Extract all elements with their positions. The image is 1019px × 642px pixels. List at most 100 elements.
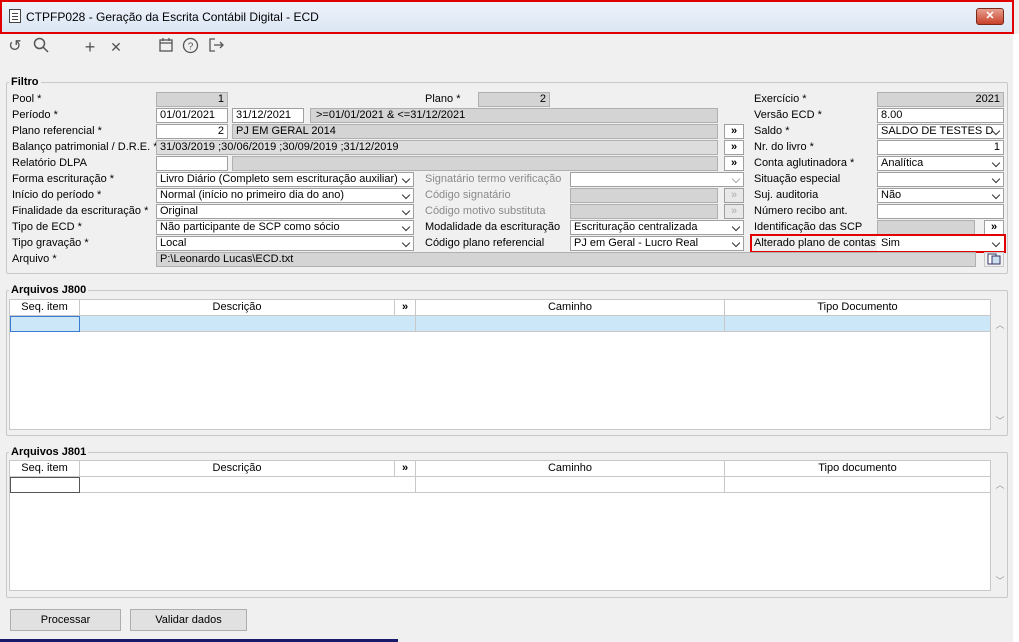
tipo-ecd-label: Tipo de ECD * xyxy=(12,221,82,233)
j801-cell-seq[interactable] xyxy=(10,477,80,493)
j800-col-tipo[interactable]: Tipo Documento xyxy=(725,300,990,316)
nr-recibo-label: Número recibo ant. xyxy=(754,205,848,217)
help-icon[interactable]: ? xyxy=(180,37,200,57)
tipo-gravacao-select[interactable]: Local xyxy=(156,236,414,251)
cod-plano-ref-select[interactable]: PJ em Geral - Lucro Real xyxy=(570,236,744,251)
exercicio-label: Exercício * xyxy=(754,93,807,105)
nr-recibo-field[interactable] xyxy=(877,204,1004,219)
j800-col-more-button[interactable]: » xyxy=(395,300,416,316)
plano-ref-label: Plano referencial * xyxy=(12,125,102,137)
arquivo-field[interactable]: P:\Leonardo Lucas\ECD.txt xyxy=(156,252,976,267)
document-icon xyxy=(9,9,21,23)
signatario-label: Signatário termo verificação xyxy=(425,173,562,185)
periodo-de-field[interactable]: 01/01/2021 xyxy=(156,108,228,123)
conta-aglut-label: Conta aglutinadora * xyxy=(754,157,855,169)
exit-icon[interactable] xyxy=(206,37,226,57)
exercicio-field[interactable]: 2021 xyxy=(877,92,1004,107)
dlpa-desc xyxy=(232,156,718,171)
periodo-expression: >=01/01/2021 & <=31/12/2021 xyxy=(310,108,718,123)
cod-signatario-label: Código signatário xyxy=(425,189,511,201)
j800-scroll-down-icon[interactable]: ﹀ xyxy=(994,414,1006,427)
j801-grid: Seq. item Descrição » Caminho Tipo docum… xyxy=(9,460,991,591)
j800-cell-caminho[interactable] xyxy=(416,316,725,332)
j801-scroll-down-icon[interactable]: ﹀ xyxy=(994,574,1006,587)
versao-field[interactable]: 8.00 xyxy=(877,108,1004,123)
j800-col-descricao[interactable]: Descrição xyxy=(80,300,395,316)
j801-cell-caminho[interactable] xyxy=(416,477,725,493)
periodo-ate-field[interactable]: 31/12/2021 xyxy=(232,108,304,123)
cod-signatario-field xyxy=(570,188,718,203)
balanco-label: Balanço patrimonial / D.R.E. * xyxy=(12,141,158,153)
ident-scp-field xyxy=(877,220,975,235)
suj-auditoria-select[interactable]: Não xyxy=(877,188,1004,203)
saldo-label: Saldo * xyxy=(754,125,790,137)
tipo-ecd-select[interactable]: Não participante de SCP como sócio xyxy=(156,220,414,235)
situacao-select[interactable] xyxy=(877,172,1004,187)
finalidade-label: Finalidade da escrituração * xyxy=(12,205,149,217)
pool-label: Pool * xyxy=(12,93,42,105)
situacao-label: Situação especial xyxy=(754,173,841,185)
balanco-more-button[interactable]: » xyxy=(724,140,744,155)
close-button[interactable]: ✕ xyxy=(976,8,1004,25)
alterado-label: Alterado plano de contas xyxy=(754,237,876,249)
plano-ref-more-button[interactable]: » xyxy=(724,124,744,139)
j801-col-seq[interactable]: Seq. item xyxy=(10,461,80,477)
j800-cell-descricao[interactable] xyxy=(80,316,416,332)
delete-icon[interactable]: ✕ xyxy=(106,37,126,57)
j801-cell-descricao[interactable] xyxy=(80,477,416,493)
window-edge xyxy=(1013,34,1019,642)
file-browse-icon[interactable] xyxy=(984,252,1004,267)
signatario-select xyxy=(570,172,744,187)
j801-col-more-button[interactable]: » xyxy=(395,461,416,477)
svg-text:?: ? xyxy=(187,42,193,53)
dlpa-more-button[interactable]: » xyxy=(724,156,744,171)
cod-plano-ref-label: Código plano referencial xyxy=(425,237,545,249)
modalidade-label: Modalidade da escrituração xyxy=(425,221,561,233)
alterado-select[interactable]: Sim xyxy=(877,236,1004,251)
conta-aglut-select[interactable]: Analítica xyxy=(877,156,1004,171)
j801-col-tipo[interactable]: Tipo documento xyxy=(725,461,990,477)
inicio-select[interactable]: Normal (início no primeiro dia do ano) xyxy=(156,188,414,203)
j800-col-caminho[interactable]: Caminho xyxy=(416,300,725,316)
j800-group-label: Arquivos J800 xyxy=(9,284,89,296)
calendar-icon[interactable] xyxy=(156,37,176,57)
saldo-select[interactable]: SALDO DE TESTES D xyxy=(877,124,1004,139)
ident-scp-more-button[interactable]: » xyxy=(984,220,1004,235)
j801-col-descricao[interactable]: Descrição xyxy=(80,461,395,477)
j801-scroll-up-icon[interactable]: ︿ xyxy=(994,478,1006,491)
nr-livro-field[interactable]: 1 xyxy=(877,140,1004,155)
add-icon[interactable]: + xyxy=(80,37,100,57)
dlpa-code-field[interactable] xyxy=(156,156,228,171)
pool-field[interactable]: 1 xyxy=(156,92,228,107)
validar-dados-button[interactable]: Validar dados xyxy=(130,609,247,631)
j801-group-label: Arquivos J801 xyxy=(9,446,89,458)
search-icon[interactable] xyxy=(31,37,51,57)
j800-scroll-up-icon[interactable]: ︿ xyxy=(994,318,1006,331)
j801-cell-tipo[interactable] xyxy=(725,477,990,493)
inicio-label: Início do período * xyxy=(12,189,102,201)
plano-ref-code-field[interactable]: 2 xyxy=(156,124,228,139)
j800-cell-seq[interactable] xyxy=(10,316,80,332)
j800-cell-tipo[interactable] xyxy=(725,316,990,332)
dlpa-label: Relatório DLPA xyxy=(12,157,87,169)
j800-grid: Seq. item Descrição » Caminho Tipo Docum… xyxy=(9,299,991,430)
nr-livro-label: Nr. do livro * xyxy=(754,141,814,153)
processar-button[interactable]: Processar xyxy=(10,609,121,631)
j800-col-seq[interactable]: Seq. item xyxy=(10,300,80,316)
plano-label: Plano * xyxy=(425,93,461,105)
finalidade-select[interactable]: Original xyxy=(156,204,414,219)
plano-field[interactable]: 2 xyxy=(478,92,550,107)
undo-icon[interactable]: ↺ xyxy=(5,37,25,57)
tipo-gravacao-label: Tipo gravação * xyxy=(12,237,89,249)
filtro-group-label: Filtro xyxy=(9,76,41,88)
balanco-field[interactable]: 31/03/2019 ;30/06/2019 ;30/09/2019 ;31/1… xyxy=(156,140,718,155)
forma-label: Forma escrituração * xyxy=(12,173,115,185)
versao-label: Versão ECD * xyxy=(754,109,822,121)
toolbar: ↺ + ✕ ? xyxy=(0,34,1019,60)
forma-select[interactable]: Livro Diário (Completo sem escrituração … xyxy=(156,172,414,187)
j801-col-caminho[interactable]: Caminho xyxy=(416,461,725,477)
modalidade-select[interactable]: Escrituração centralizada xyxy=(570,220,744,235)
cod-signatario-more-button: » xyxy=(724,188,744,203)
ident-scp-label: Identificação das SCP xyxy=(754,221,863,233)
plano-ref-desc: PJ EM GERAL 2014 xyxy=(232,124,718,139)
